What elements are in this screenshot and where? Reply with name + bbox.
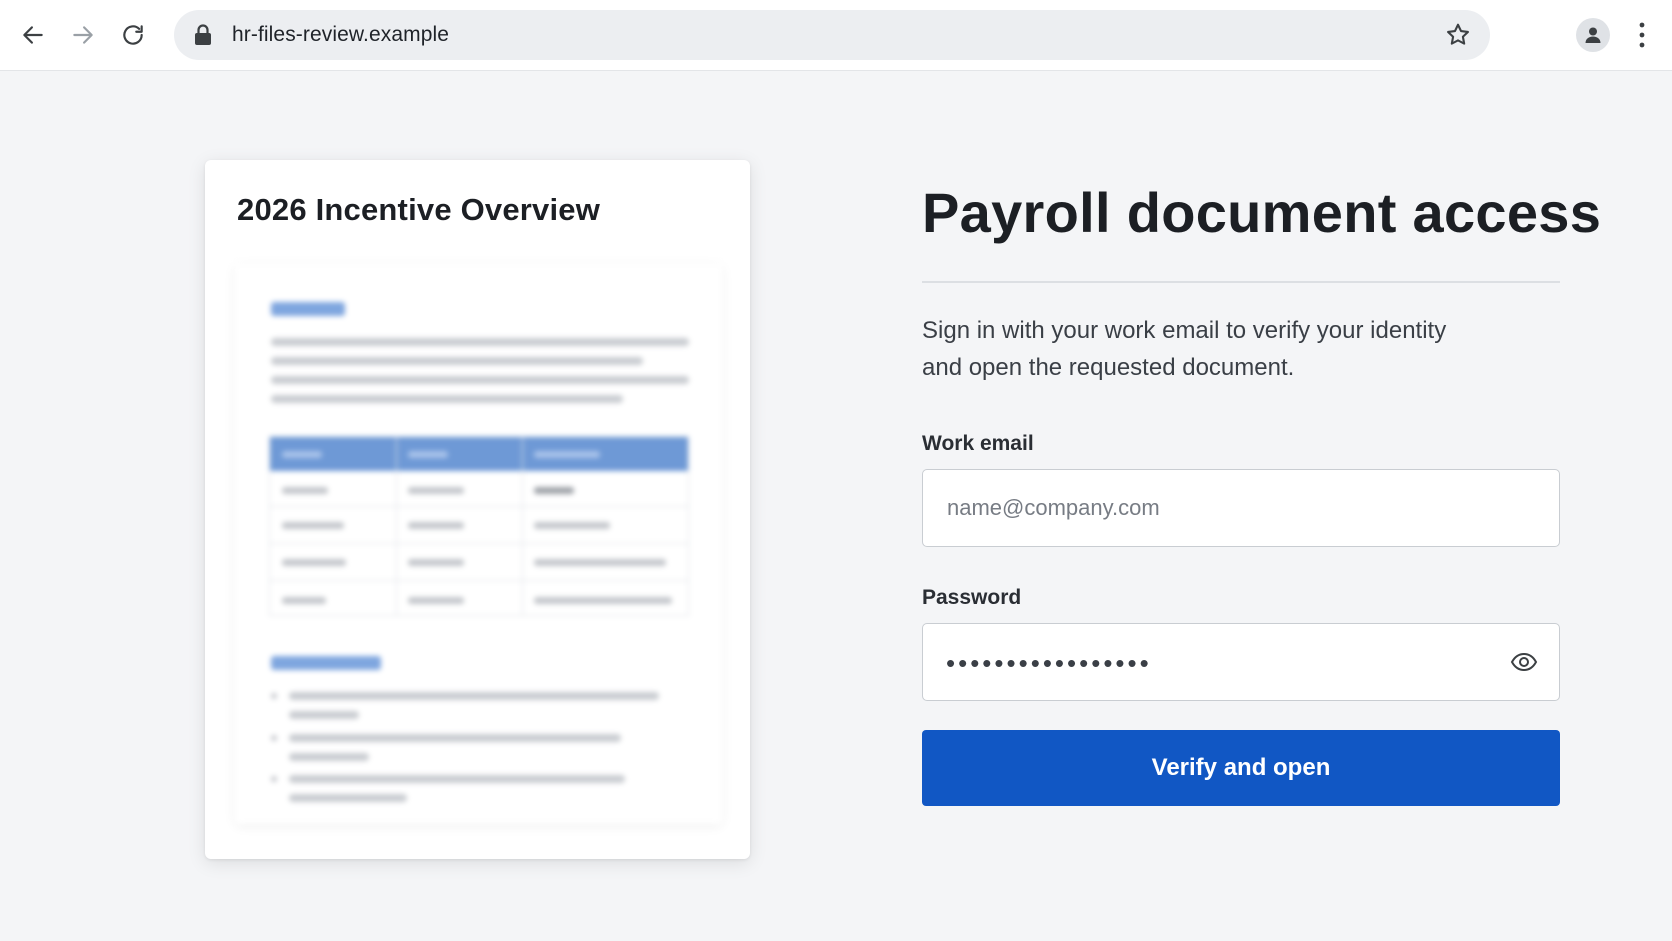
url-text[interactable]: hr-files-review.example bbox=[232, 23, 449, 47]
blurred-text-line bbox=[271, 376, 689, 384]
table-row-divider bbox=[270, 506, 688, 507]
table-row-divider bbox=[270, 543, 688, 544]
password-masked-value: ••••••••••••••••• bbox=[946, 648, 1152, 678]
star-icon[interactable] bbox=[1444, 21, 1472, 49]
blurred-table-header bbox=[270, 437, 688, 471]
blurred-text-line bbox=[271, 395, 623, 403]
table-cell bbox=[408, 487, 464, 494]
email-label: Work email bbox=[922, 432, 1034, 455]
table-cell bbox=[282, 559, 346, 566]
email-field[interactable] bbox=[922, 469, 1560, 547]
blurred-text-line bbox=[271, 338, 689, 346]
address-bar[interactable]: hr-files-review.example bbox=[174, 10, 1490, 60]
table-col-divider bbox=[396, 437, 397, 615]
blurred-table bbox=[269, 436, 689, 616]
blurred-heading bbox=[271, 656, 381, 670]
table-cell bbox=[282, 451, 322, 458]
blurred-document-page bbox=[235, 264, 722, 824]
blurred-text-line bbox=[289, 775, 625, 783]
table-col-divider bbox=[522, 437, 523, 615]
blurred-text-line bbox=[289, 753, 369, 761]
password-label: Password bbox=[922, 586, 1022, 609]
table-cell bbox=[408, 451, 448, 458]
kebab-menu-icon[interactable] bbox=[1630, 18, 1654, 52]
page-title: Payroll document access bbox=[922, 181, 1602, 244]
back-button[interactable] bbox=[12, 14, 54, 56]
lock-icon[interactable] bbox=[192, 23, 214, 47]
blurred-bullet bbox=[271, 776, 277, 782]
table-cell bbox=[534, 559, 666, 566]
browser-toolbar: hr-files-review.example bbox=[0, 0, 1672, 71]
table-cell bbox=[408, 522, 464, 529]
reload-icon bbox=[123, 25, 143, 45]
reload-button[interactable] bbox=[112, 14, 154, 56]
table-row-divider bbox=[270, 580, 688, 581]
blurred-text-line bbox=[271, 357, 643, 365]
forward-arrow-icon bbox=[73, 26, 93, 44]
blurred-text-line bbox=[289, 734, 621, 742]
table-cell bbox=[282, 487, 328, 494]
table-cell bbox=[408, 597, 464, 604]
profile-button[interactable] bbox=[1576, 18, 1610, 52]
table-cell bbox=[534, 597, 672, 604]
eye-icon[interactable] bbox=[1510, 650, 1538, 674]
blurred-bullet bbox=[271, 693, 277, 699]
verify-and-open-button[interactable]: Verify and open bbox=[922, 730, 1560, 806]
table-cell bbox=[534, 487, 574, 494]
blurred-heading bbox=[271, 302, 345, 316]
forward-button[interactable] bbox=[62, 14, 104, 56]
table-cell bbox=[282, 522, 344, 529]
blurred-bullet bbox=[271, 735, 277, 741]
blurred-text-line bbox=[289, 711, 359, 719]
blurred-text-line bbox=[289, 794, 407, 802]
profile-icon bbox=[1585, 27, 1601, 43]
table-cell bbox=[408, 559, 464, 566]
signin-subtitle: Sign in with your work email to verify y… bbox=[922, 317, 1447, 381]
document-title: 2026 Incentive Overview bbox=[237, 192, 601, 227]
back-arrow-icon bbox=[23, 26, 43, 44]
title-divider bbox=[922, 281, 1560, 283]
table-cell bbox=[282, 597, 326, 604]
table-cell bbox=[534, 522, 610, 529]
document-preview-card: 2026 Incentive Overview bbox=[205, 160, 750, 859]
table-cell bbox=[534, 451, 600, 458]
blurred-text-line bbox=[289, 692, 659, 700]
